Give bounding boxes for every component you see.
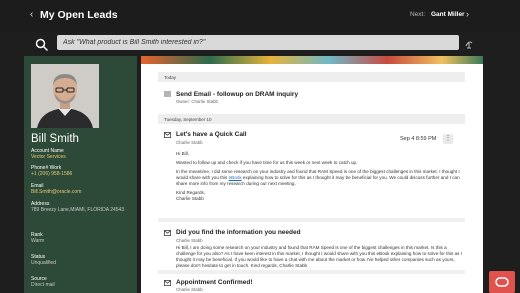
email-paragraph: Hi Bill, I am doing some research on you… [176,245,462,268]
field-account: Account Name Vector Services [31,148,135,160]
voice-icon[interactable] [464,39,474,49]
field-phone: Phone# Work +1 (206) 958-1586 [31,165,135,177]
top-bar: ‹ My Open Leads Next: Gant Miller › [0,0,520,32]
activity-owner: Charlie Stabb [176,287,203,292]
activity-title[interactable]: Let's have a Quick Call [176,131,247,138]
next-lead-link[interactable]: Gant Miller [431,11,465,18]
assistant-button[interactable] [489,271,515,293]
email-icon [164,280,171,286]
day-header-today: Today [158,72,465,82]
more-vert-icon[interactable]: ⋮ [443,134,453,144]
page-title: My Open Leads [40,9,118,21]
field-status: Status Unqualified [31,254,135,266]
avatar [31,64,99,128]
email-icon [164,132,171,138]
search-bar [0,32,520,56]
chevron-left-icon[interactable]: ‹ [30,9,33,20]
ebook-link[interactable]: eBook [229,175,242,180]
field-rank: Rank Warm [31,232,135,244]
email-icon [164,230,171,236]
activity-title[interactable]: Send Email - followup on DRAM inquiry [176,91,298,98]
status-value: Unqualified [31,260,57,266]
lead-name: Bill Smith [31,133,79,145]
search-input[interactable] [57,35,459,50]
activity-feed[interactable]: Today Send Email - followup on DRAM inqu… [141,64,483,293]
activity-panel: Today Send Email - followup on DRAM inqu… [141,56,483,293]
rank-value: Warm [31,238,45,244]
activity-title[interactable]: Appointment Confirmed! [176,279,253,286]
assistant-icon [495,277,509,287]
field-email: Email Bill.Smith@oracle.com [31,183,135,195]
address-value: 789 Breezy Lane,MIAMI, FLORIDA 24543 [31,207,125,213]
field-address: Address 789 Breezy Lane,MIAMI, FLORIDA 2… [31,201,135,213]
activity-owner: Charlie Stabb [176,238,203,243]
email-link[interactable]: Bill.Smith@oracle.com [31,189,135,195]
activity-timestamp: Sep 4 8:59 PM [400,136,437,142]
activity-owner: Owner: Charlie Stabb [176,99,218,104]
task-list-icon [164,91,171,97]
lead-profile-card: Bill Smith Account Name Vector Services … [24,56,137,293]
email-paragraph: Wanted to follow up and check if you hav… [176,160,358,165]
next-label: Next: [410,11,426,18]
day-header-date: Tuesday, September 10 [158,114,465,124]
email-body: Hi Bill, Wanted to follow up and check i… [176,151,466,205]
field-source: Source Direct mail [31,276,135,288]
email-signature: Charlie Stabb [176,196,204,201]
account-name-link[interactable]: Vector Services [31,154,135,160]
email-greeting: Hi Bill, [176,151,190,156]
divider [158,218,465,222]
activity-title[interactable]: Did you find the information you needed [176,229,301,236]
activity-owner: Charlie Stabb [176,140,203,145]
search-icon[interactable] [35,38,49,52]
phone-link[interactable]: +1 (206) 958-1586 [31,171,135,177]
decorative-banner [141,56,483,64]
source-value: Direct mail [31,282,55,288]
email-paragraph: In the meantime, I did some research on … [176,169,460,186]
email-body: Hi Bill, I am doing some research on you… [176,245,466,272]
divider [158,270,465,274]
chevron-right-icon[interactable]: › [466,9,469,19]
